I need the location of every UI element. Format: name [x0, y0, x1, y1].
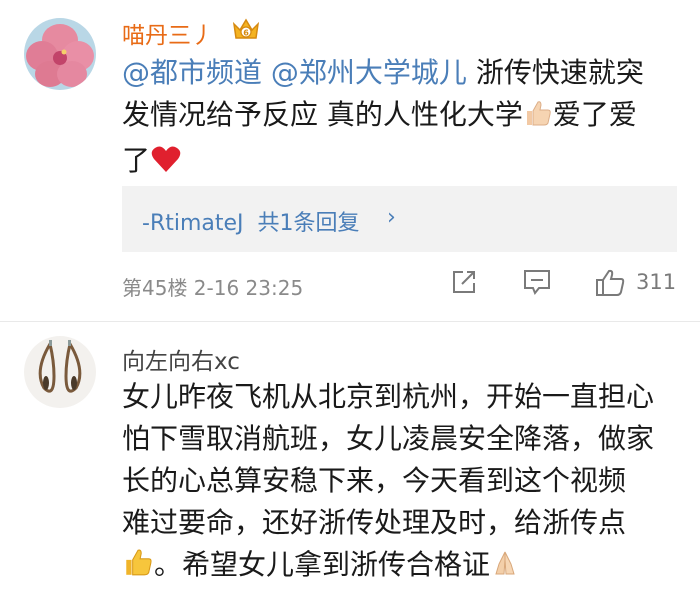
user-avatar[interactable] — [24, 336, 96, 408]
svg-text:6: 6 — [243, 29, 249, 38]
reply-summary-box[interactable]: -RtimateJ 共1条回复 › — [122, 186, 677, 252]
comment-text-segment: 浙传快速就突 — [475, 56, 644, 89]
comment-text-segment: 怕下雪取消航班，女儿凌晨安全降落，做家 — [122, 422, 655, 455]
comment-text-segment: 长的心总算安稳下来，今天看到这个视频 — [122, 464, 627, 497]
comment-item: 喵丹三丿 6 @都市频道 @郑州大学城儿 浙传快速就突 发情况给予反应 真的人性… — [0, 0, 700, 322]
vip-crown-icon: 6 — [232, 18, 260, 39]
comment-item: 向左向右xc 女儿昨夜飞机从北京到杭州，开始一直担心 怕下雪取消航班，女儿凌晨安… — [0, 322, 700, 581]
username[interactable]: 向左向右xc — [122, 342, 240, 376]
comment-text-segment: 。希望女儿拿到浙传合格证 — [154, 548, 491, 581]
earrings-avatar-icon — [24, 336, 96, 408]
hibiscus-avatar-icon — [24, 18, 96, 90]
comment-icon — [524, 270, 550, 295]
chevron-right-icon: › — [387, 205, 396, 230]
comment-button[interactable] — [522, 268, 552, 300]
thumbs-up-emoji-icon — [122, 546, 154, 590]
username[interactable]: 喵丹三丿 — [122, 16, 214, 50]
reply-count: 共1条回复 — [257, 211, 360, 236]
thumbs-up-emoji-icon — [523, 98, 553, 140]
view-replies-link[interactable]: -RtimateJ 共1条回复 — [142, 205, 360, 237]
red-heart-emoji-icon — [150, 144, 182, 186]
share-icon — [453, 271, 475, 293]
praying-hands-emoji-icon — [490, 548, 520, 590]
user-avatar[interactable] — [24, 18, 96, 90]
comment-text-segment: 了 — [122, 144, 151, 177]
mention-link[interactable]: @都市频道 — [122, 56, 262, 89]
like-count: 311 — [636, 270, 677, 294]
like-button[interactable]: 311 — [594, 268, 677, 300]
mention-link[interactable]: @郑州大学城儿 — [271, 56, 467, 89]
comment-text-segment: 难过要命，还好浙传处理及时，给浙传点 — [122, 506, 627, 539]
share-button[interactable] — [450, 268, 478, 300]
comment-text: 女儿昨夜飞机从北京到杭州，开始一直担心 怕下雪取消航班，女儿凌晨安全降落，做家 … — [122, 376, 682, 590]
comment-text-segment: 爱了爱 — [552, 98, 637, 131]
comment-text: @都市频道 @郑州大学城儿 浙传快速就突 发情况给予反应 真的人性化大学 爱了爱 … — [122, 52, 682, 186]
comment-text-segment: 发情况给予反应 真的人性化大学 — [122, 98, 523, 131]
floor-timestamp: 第45楼 2-16 23:25 — [122, 276, 304, 300]
comment-text-segment: 女儿昨夜飞机从北京到杭州，开始一直担心 — [122, 380, 655, 413]
like-icon — [596, 269, 625, 296]
reply-user: -RtimateJ — [142, 211, 244, 236]
